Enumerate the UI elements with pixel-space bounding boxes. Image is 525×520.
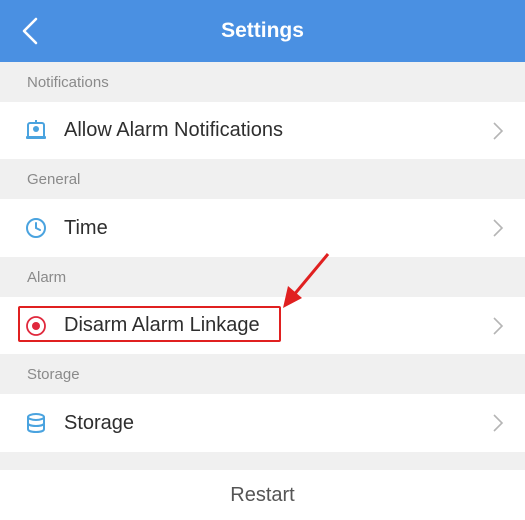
- section-header-alarm: Alarm: [0, 257, 525, 297]
- chevron-right-icon: [493, 316, 504, 335]
- allow-alarm-notifications-row[interactable]: Allow Alarm Notifications: [0, 102, 525, 159]
- restart-button[interactable]: Restart: [0, 470, 525, 520]
- clock-icon: [26, 218, 46, 238]
- section-divider: [0, 452, 525, 470]
- app-header: Settings: [0, 0, 525, 62]
- time-row[interactable]: Time: [0, 199, 525, 257]
- section-header-general: General: [0, 159, 525, 199]
- row-label: Allow Alarm Notifications: [64, 119, 283, 141]
- annotation-arrow-icon: [283, 253, 330, 308]
- chevron-right-icon: [493, 414, 504, 432]
- notification-bell-icon: [26, 120, 46, 139]
- page-title: Settings: [221, 19, 304, 42]
- section-header-storage: Storage: [0, 354, 525, 394]
- section-header-notifications: Notifications: [0, 62, 525, 102]
- section-title: Notifications: [27, 73, 109, 91]
- chevron-right-icon: [493, 219, 504, 237]
- section-title: Alarm: [27, 268, 67, 286]
- storage-row[interactable]: Storage: [0, 394, 525, 452]
- row-label: Storage: [64, 411, 135, 434]
- highlight-annotation-box: [18, 306, 281, 342]
- section-title: General: [27, 170, 81, 188]
- row-label: Time: [64, 216, 108, 239]
- database-icon: [27, 413, 45, 434]
- section-title: Storage: [27, 365, 80, 383]
- chevron-right-icon: [493, 121, 504, 140]
